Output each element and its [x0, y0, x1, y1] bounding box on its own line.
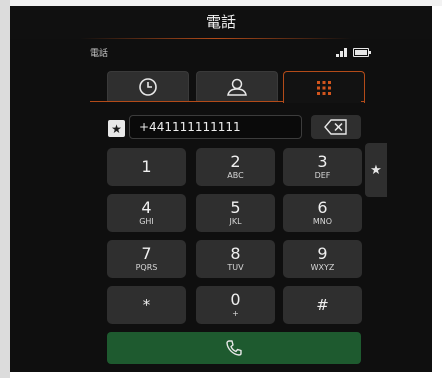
key-digit: 9	[317, 243, 328, 263]
key-letters: JKL	[229, 216, 242, 226]
key-digit: 6	[317, 197, 328, 217]
clock-icon	[139, 78, 157, 96]
key-1[interactable]: 1	[107, 148, 186, 186]
key-letters: GHI	[139, 216, 154, 226]
key-hash[interactable]: #	[283, 286, 362, 324]
tab-recent-calls[interactable]	[107, 71, 189, 102]
star-icon: ★	[111, 121, 122, 136]
tab-baseline-right	[361, 101, 365, 102]
key-9[interactable]: 9 WXYZ	[283, 240, 362, 278]
title-underline	[80, 38, 352, 39]
key-7[interactable]: 7 PQRS	[107, 240, 186, 278]
key-digit: *	[142, 296, 151, 314]
star-icon: ★	[370, 162, 382, 178]
page-title: 電話	[205, 13, 236, 31]
phone-icon	[226, 340, 242, 356]
signal-strength-icon	[336, 46, 352, 57]
key-digit: 3	[317, 151, 328, 171]
side-favorites-tab[interactable]: ★	[365, 143, 387, 197]
tab-baseline-left	[90, 101, 283, 102]
key-digit: 1	[141, 157, 152, 176]
key-5[interactable]: 5 JKL	[196, 194, 275, 232]
key-6[interactable]: 6 MNO	[283, 194, 362, 232]
keypad-icon	[317, 80, 331, 95]
key-letters: PQRS	[135, 262, 158, 272]
key-4[interactable]: 4 GHI	[107, 194, 186, 232]
key-digit: 0	[230, 289, 241, 309]
call-button[interactable]	[107, 332, 361, 364]
key-letters: ABC	[227, 170, 244, 180]
backspace-icon	[324, 119, 347, 135]
key-0[interactable]: 0 +	[196, 286, 275, 324]
key-8[interactable]: 8 TUV	[196, 240, 275, 278]
key-digit: 4	[141, 197, 152, 217]
key-digit: 5	[230, 197, 241, 217]
tab-keypad[interactable]	[283, 71, 365, 103]
key-2[interactable]: 2 ABC	[196, 148, 275, 186]
key-digit: 8	[230, 243, 241, 263]
battery-icon	[353, 48, 371, 57]
key-letters: TUV	[227, 262, 244, 272]
contacts-icon	[227, 78, 247, 96]
key-letters: DEF	[314, 170, 331, 180]
key-3[interactable]: 3 DEF	[283, 148, 362, 186]
status-app-label: 電話	[90, 49, 109, 59]
key-digit: 7	[141, 243, 152, 263]
favorite-star-button[interactable]: ★	[108, 120, 125, 137]
key-letters: MNO	[312, 216, 333, 226]
dial-number-field[interactable]: +441111111111	[129, 115, 302, 139]
phone-screen: 電話 電話 ★ +441111111111 ★ 1 2 ABC 3 DEF 4 …	[10, 6, 432, 372]
title-bar: 電話	[10, 6, 432, 39]
outer-frame-left	[0, 0, 10, 378]
key-letters: +	[232, 308, 239, 318]
key-digit: #	[316, 296, 329, 314]
tab-contacts[interactable]	[196, 71, 278, 102]
backspace-button[interactable]	[311, 115, 361, 139]
key-digit: 2	[230, 151, 241, 171]
key-letters: WXYZ	[310, 262, 335, 272]
key-star[interactable]: *	[107, 286, 186, 324]
